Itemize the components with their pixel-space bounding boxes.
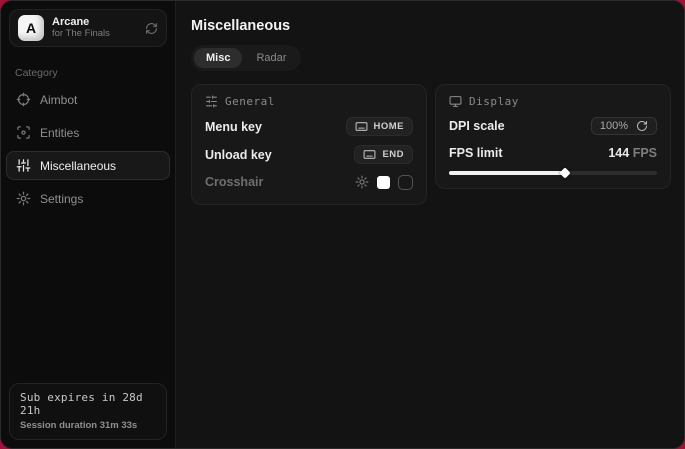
crosshair-controls bbox=[355, 175, 413, 190]
unload-key-label: Unload key bbox=[205, 148, 272, 162]
display-card: Display DPI scale 100% FPS limit bbox=[435, 84, 671, 189]
sync-icon[interactable] bbox=[145, 22, 158, 35]
dpi-scale-value: 100% bbox=[600, 120, 628, 132]
display-card-title: Display bbox=[469, 95, 519, 108]
sidebar-item-aimbot[interactable]: Aimbot bbox=[6, 85, 170, 114]
display-card-header: Display bbox=[449, 95, 657, 108]
fps-unit: FPS bbox=[633, 146, 657, 160]
crosshair-label: Crosshair bbox=[205, 175, 263, 189]
card-row: General Menu key HOME Unload key bbox=[191, 84, 671, 205]
fps-slider-thumb[interactable] bbox=[560, 167, 571, 178]
crosshair-row: Crosshair bbox=[205, 173, 413, 191]
brand-card: A Arcane for The Finals bbox=[9, 9, 167, 47]
brand-subtitle: for The Finals bbox=[52, 29, 137, 40]
page-title: Miscellaneous bbox=[191, 18, 671, 34]
brand-logo: A bbox=[18, 15, 44, 41]
sidebar-item-entities[interactable]: Entities bbox=[6, 118, 170, 147]
subscription-status-card: Sub expires in 28d 21h Session duration … bbox=[9, 383, 167, 440]
fps-limit-slider[interactable] bbox=[449, 171, 657, 175]
menu-key-value: HOME bbox=[374, 121, 405, 132]
general-card-title: General bbox=[225, 95, 275, 108]
sidebar-item-label: Settings bbox=[40, 192, 83, 206]
sidebar-item-miscellaneous[interactable]: Miscellaneous bbox=[6, 151, 170, 180]
dpi-scale-label: DPI scale bbox=[449, 119, 505, 133]
session-duration-text: Session duration 31m 33s bbox=[20, 420, 156, 431]
sliders-icon bbox=[16, 158, 31, 173]
sidebar-item-label: Aimbot bbox=[40, 93, 77, 107]
tab-bar: Misc Radar bbox=[191, 45, 301, 71]
fps-limit-row: FPS limit 144 FPS bbox=[449, 144, 657, 162]
brand-title: Arcane bbox=[52, 16, 137, 29]
main-content: Miscellaneous Misc Radar General bbox=[176, 1, 685, 448]
tab-radar[interactable]: Radar bbox=[244, 48, 298, 68]
keyboard-icon bbox=[363, 148, 376, 161]
fps-limit-value: 144 FPS bbox=[608, 146, 657, 160]
sidebar-item-label: Entities bbox=[40, 126, 79, 140]
fps-limit-label: FPS limit bbox=[449, 146, 502, 160]
general-card: General Menu key HOME Unload key bbox=[191, 84, 427, 205]
keyboard-icon bbox=[355, 120, 368, 133]
app-window: A Arcane for The Finals Category bbox=[0, 0, 685, 449]
monitor-icon bbox=[449, 95, 462, 108]
dpi-scale-row: DPI scale 100% bbox=[449, 117, 657, 135]
sidebar-nav: Aimbot Entities bbox=[1, 85, 175, 213]
fps-slider-fill bbox=[449, 171, 565, 175]
general-sliders-icon bbox=[205, 95, 218, 108]
general-card-header: General bbox=[205, 95, 413, 108]
fps-number: 144 bbox=[608, 146, 629, 160]
unload-key-value: END bbox=[382, 149, 404, 160]
unload-key-button[interactable]: END bbox=[354, 145, 413, 164]
unload-key-row: Unload key END bbox=[205, 145, 413, 164]
gear-icon bbox=[16, 191, 31, 206]
rotate-reset-icon[interactable] bbox=[636, 120, 648, 132]
brand-text: Arcane for The Finals bbox=[52, 16, 137, 40]
tab-misc[interactable]: Misc bbox=[194, 48, 242, 68]
crosshair-color-swatch[interactable] bbox=[377, 176, 390, 189]
sidebar-item-settings[interactable]: Settings bbox=[6, 184, 170, 213]
sidebar: A Arcane for The Finals Category bbox=[1, 1, 176, 448]
dpi-scale-button[interactable]: 100% bbox=[591, 117, 657, 135]
menu-key-row: Menu key HOME bbox=[205, 117, 413, 136]
menu-key-label: Menu key bbox=[205, 120, 262, 134]
crosshair-checkbox[interactable] bbox=[398, 175, 413, 190]
sidebar-item-label: Miscellaneous bbox=[40, 159, 116, 173]
scan-eye-icon bbox=[16, 125, 31, 140]
crosshair-settings-gear-icon[interactable] bbox=[355, 175, 369, 189]
menu-key-button[interactable]: HOME bbox=[346, 117, 414, 136]
crosshair-icon bbox=[16, 92, 31, 107]
sub-expiry-text: Sub expires in 28d 21h bbox=[20, 391, 156, 417]
category-label: Category bbox=[15, 67, 161, 79]
